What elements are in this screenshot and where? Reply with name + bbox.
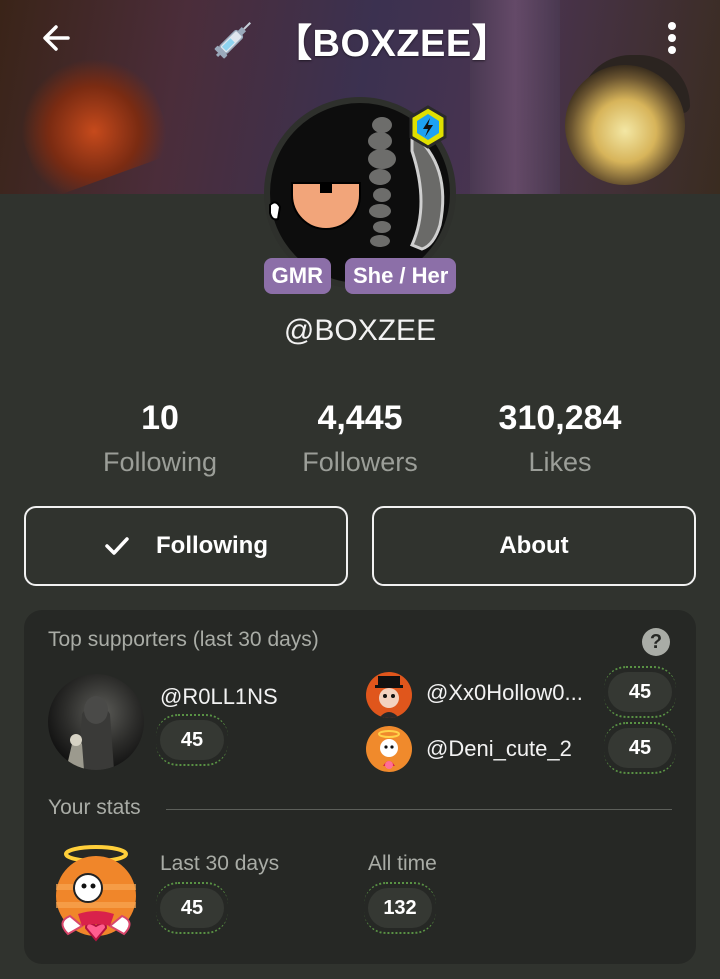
- alltime-count: 132: [364, 882, 436, 934]
- stat-label: Followers: [302, 447, 418, 477]
- avatar-art: [56, 845, 136, 942]
- stat-label: Likes: [528, 447, 592, 477]
- checkmark-icon: [105, 537, 129, 555]
- avatar-art: [66, 696, 114, 770]
- supporter-name[interactable]: @Deni_cute_2: [426, 736, 572, 762]
- your-stats-title: Your stats: [48, 796, 141, 819]
- about-button-label: About: [499, 532, 569, 559]
- supporter-name[interactable]: @Xx0Hollow0...: [426, 680, 583, 706]
- banner-art-eye: [565, 65, 685, 185]
- supporter-avatar[interactable]: [366, 726, 412, 772]
- stat-following[interactable]: 10 Following: [60, 396, 260, 484]
- top-supporter-count: 45: [156, 714, 228, 766]
- more-menu-button[interactable]: [660, 18, 684, 58]
- top-supporter-name[interactable]: @R0LL1NS: [160, 684, 278, 710]
- last30-count: 45: [156, 882, 228, 934]
- divider: [166, 809, 672, 810]
- profile-badges: GMR She / Her: [0, 258, 720, 294]
- back-button[interactable]: [36, 18, 76, 58]
- help-icon[interactable]: ?: [642, 628, 670, 656]
- avatar-art: [378, 730, 400, 769]
- avatar-art: [375, 676, 403, 718]
- profile-handle: @BOXZEE: [283, 314, 437, 347]
- supporter-count: 45: [604, 666, 676, 718]
- supporter-count: 45: [604, 722, 676, 774]
- stat-followers[interactable]: 4,445 Followers: [260, 396, 460, 484]
- supporters-title: Top supporters (last 30 days): [48, 628, 319, 651]
- top-supporter-avatar[interactable]: [48, 674, 144, 770]
- stat-value: 10: [141, 399, 179, 437]
- my-avatar: [48, 842, 144, 946]
- stat-value: 310,284: [498, 399, 622, 437]
- banner-art-glow: [3, 39, 177, 194]
- alltime-label: All time: [368, 852, 437, 875]
- stat-likes: 310,284 Likes: [460, 396, 660, 484]
- arrow-left-icon: [43, 25, 70, 51]
- more-vertical-icon: [668, 22, 676, 54]
- badge-pronouns: She / Her: [344, 258, 457, 294]
- supporters-card: Top supporters (last 30 days) ? @R0LL1NS…: [24, 610, 696, 964]
- supporter-avatar[interactable]: [366, 672, 412, 718]
- last30-label: Last 30 days: [160, 852, 280, 875]
- following-button[interactable]: Following: [24, 506, 348, 586]
- syringe-icon: [214, 22, 251, 59]
- about-button[interactable]: About: [372, 506, 696, 586]
- following-button-label: Following: [156, 532, 268, 559]
- profile-stats: 10 Following 4,445 Followers 310,284 Lik…: [60, 396, 660, 484]
- stat-value: 4,445: [317, 399, 403, 437]
- badge-gmr: GMR: [263, 258, 331, 294]
- profile-title: 【BOXZEE】: [210, 14, 511, 65]
- page-title: 【BOXZEE】: [274, 22, 511, 65]
- stat-label: Following: [102, 447, 218, 477]
